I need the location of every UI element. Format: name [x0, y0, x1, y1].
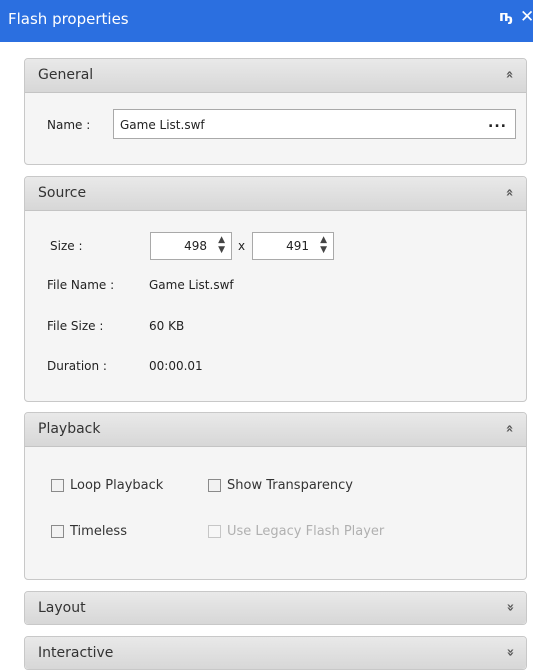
interactive-section: Interactive »: [24, 636, 527, 670]
duration-value: 00:00.01: [149, 359, 203, 373]
collapse-icon[interactable]: »: [502, 70, 517, 78]
name-value: Game List.swf: [120, 118, 205, 132]
height-value: 491: [286, 239, 309, 253]
loop-playback-label: Loop Playback: [70, 478, 164, 493]
playback-header-title: Playback: [38, 421, 101, 437]
expand-icon[interactable]: »: [502, 603, 517, 611]
timeless-label: Timeless: [70, 524, 127, 539]
width-stepper-icon[interactable]: ▲ ▼: [218, 235, 225, 255]
expand-icon[interactable]: »: [502, 648, 517, 656]
file-size-label: File Size :: [47, 319, 104, 333]
general-section: General » Name : Game List.swf ...: [24, 58, 527, 165]
name-label: Name :: [47, 118, 91, 132]
size-times: x: [238, 239, 246, 253]
show-transparency-checkbox[interactable]: [208, 479, 221, 492]
show-transparency-option[interactable]: Show Transparency: [208, 478, 353, 493]
source-section: Source » Size : 498 ▲ ▼ x 491 ▲ ▼ File Nam…: [24, 176, 527, 402]
collapse-icon[interactable]: »: [502, 424, 517, 432]
source-header-title: Source: [38, 185, 87, 201]
layout-header[interactable]: Layout »: [25, 592, 526, 624]
loop-playback-checkbox[interactable]: [51, 479, 64, 492]
window-title: Flash properties: [8, 10, 129, 28]
general-header[interactable]: General »: [25, 59, 526, 93]
duration-label: Duration :: [47, 359, 107, 373]
pin-icon[interactable]: ҧ: [499, 9, 513, 25]
show-transparency-label: Show Transparency: [227, 478, 353, 493]
layout-header-title: Layout: [38, 600, 86, 616]
playback-section: Playback » Loop Playback Show Transparen…: [24, 412, 527, 580]
timeless-checkbox[interactable]: [51, 525, 64, 538]
width-value: 498: [184, 239, 207, 253]
height-stepper-icon[interactable]: ▲ ▼: [320, 235, 327, 255]
legacy-flash-option: Use Legacy Flash Player: [208, 524, 384, 539]
height-spinner[interactable]: 491 ▲ ▼: [252, 232, 334, 260]
source-header[interactable]: Source »: [25, 177, 526, 211]
interactive-header-title: Interactive: [38, 645, 114, 661]
close-icon[interactable]: ✕: [520, 7, 533, 27]
browse-button[interactable]: ...: [488, 115, 507, 131]
file-name-value: Game List.swf: [149, 278, 234, 292]
playback-header[interactable]: Playback »: [25, 413, 526, 447]
general-header-title: General: [38, 67, 94, 83]
legacy-flash-label: Use Legacy Flash Player: [227, 524, 385, 539]
timeless-option[interactable]: Timeless: [51, 524, 127, 539]
window-titlebar: Flash properties ҧ ✕: [0, 0, 533, 42]
file-size-value: 60 KB: [149, 319, 185, 333]
size-label: Size :: [50, 239, 83, 253]
width-spinner[interactable]: 498 ▲ ▼: [150, 232, 232, 260]
legacy-flash-checkbox: [208, 525, 221, 538]
name-field[interactable]: Game List.swf ...: [113, 109, 516, 139]
file-name-label: File Name :: [47, 278, 115, 292]
layout-section: Layout »: [24, 591, 527, 625]
loop-playback-option[interactable]: Loop Playback: [51, 478, 163, 493]
collapse-icon[interactable]: »: [502, 188, 517, 196]
interactive-header[interactable]: Interactive »: [25, 637, 526, 669]
